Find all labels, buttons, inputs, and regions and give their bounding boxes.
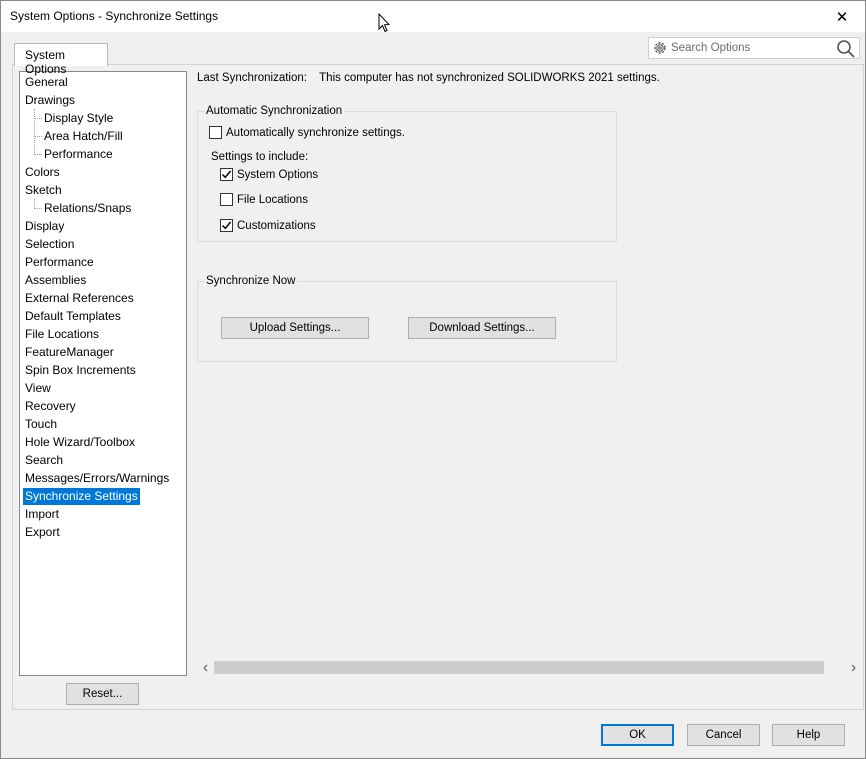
tree-item-default-templates[interactable]: Default Templates	[23, 308, 123, 325]
chevron-left-icon: ‹	[202, 658, 209, 676]
tree-item-external-references[interactable]: External References	[23, 290, 136, 307]
tree-connector	[34, 154, 42, 155]
cancel-button[interactable]: Cancel	[687, 724, 760, 746]
tree-connector	[34, 109, 35, 155]
file-locations-label: File Locations	[237, 193, 308, 206]
last-sync-row: Last Synchronization: This computer has …	[197, 72, 660, 84]
tree-item-recovery[interactable]: Recovery	[23, 398, 78, 415]
tree-item-spin-box-increments[interactable]: Spin Box Increments	[23, 362, 138, 379]
close-button[interactable]: ✕	[819, 1, 865, 32]
upload-settings-button[interactable]: Upload Settings...	[221, 317, 369, 339]
search-input[interactable]: Search Options	[648, 37, 860, 59]
tree-connector	[34, 208, 42, 209]
horizontal-scrollbar[interactable]: ‹ ›	[197, 659, 862, 676]
tree-item-featuremanager[interactable]: FeatureManager	[23, 344, 116, 361]
tree-item-sketch[interactable]: Sketch	[23, 182, 64, 199]
file-locations-checkbox[interactable]	[220, 193, 233, 206]
tree-connector	[34, 136, 42, 137]
sync-now-legend: Synchronize Now	[206, 275, 296, 287]
tree-item-display[interactable]: Display	[23, 218, 66, 235]
tree-item-view[interactable]: View	[23, 380, 53, 397]
auto-sync-checkbox-row[interactable]: Automatically synchronize settings.	[209, 126, 405, 139]
tree-item-file-locations[interactable]: File Locations	[23, 326, 101, 343]
auto-sync-label: Automatically synchronize settings.	[226, 126, 405, 139]
tree-item-drawings[interactable]: Drawings	[23, 92, 77, 109]
ok-button[interactable]: OK	[601, 724, 674, 746]
search-placeholder: Search Options	[671, 42, 751, 54]
download-settings-button[interactable]: Download Settings...	[408, 317, 556, 339]
system-options-checkbox[interactable]	[220, 168, 233, 181]
title-bar: System Options - Synchronize Settings ✕	[1, 1, 865, 33]
checkmark-icon	[221, 221, 232, 230]
scroll-left-button[interactable]: ‹	[197, 659, 214, 676]
tree-item-drawings-performance[interactable]: Performance	[42, 146, 115, 163]
tab-system-options[interactable]: System Options	[14, 43, 108, 76]
include-file-locations-row[interactable]: File Locations	[220, 193, 308, 206]
tree-item-relations-snaps[interactable]: Relations/Snaps	[42, 200, 133, 217]
customizations-label: Customizations	[237, 219, 316, 232]
tree-item-display-style[interactable]: Display Style	[42, 110, 115, 127]
chevron-right-icon: ›	[850, 658, 857, 676]
tree-item-performance[interactable]: Performance	[23, 254, 96, 271]
tree-item-selection[interactable]: Selection	[23, 236, 76, 253]
system-options-dialog: System Options - Synchronize Settings ✕ …	[0, 0, 866, 759]
help-button[interactable]: Help	[772, 724, 845, 746]
include-system-options-row[interactable]: System Options	[220, 168, 318, 181]
system-options-label: System Options	[237, 168, 319, 181]
tree-item-general[interactable]: General	[23, 74, 70, 91]
checkmark-icon	[221, 170, 232, 179]
window-title: System Options - Synchronize Settings	[10, 9, 219, 23]
search-icon[interactable]	[836, 39, 856, 59]
reset-button[interactable]: Reset...	[66, 683, 139, 705]
settings-include-label: Settings to include:	[211, 151, 309, 163]
tree-connector	[34, 118, 42, 119]
tree-item-assemblies[interactable]: Assemblies	[23, 272, 88, 289]
tree-item-export[interactable]: Export	[23, 524, 62, 541]
include-customizations-row[interactable]: Customizations	[220, 219, 316, 232]
scroll-right-button[interactable]: ›	[845, 659, 862, 676]
tree-item-search[interactable]: Search	[23, 452, 65, 469]
tree-item-import[interactable]: Import	[23, 506, 61, 523]
auto-sync-legend: Automatic Synchronization	[206, 105, 343, 117]
tree-item-hole-wizard-toolbox[interactable]: Hole Wizard/Toolbox	[23, 434, 137, 451]
last-sync-value: This computer has not synchronized SOLID…	[319, 72, 660, 84]
scrollbar-thumb[interactable]	[214, 661, 824, 674]
customizations-checkbox[interactable]	[220, 219, 233, 232]
tree-item-colors[interactable]: Colors	[23, 164, 62, 181]
mouse-cursor-icon	[378, 13, 390, 33]
tree-item-messages-errors-warnings[interactable]: Messages/Errors/Warnings	[23, 470, 171, 487]
auto-sync-checkbox[interactable]	[209, 126, 222, 139]
last-sync-label: Last Synchronization:	[197, 72, 307, 84]
close-icon: ✕	[835, 8, 849, 26]
gear-icon	[654, 42, 666, 54]
options-tree[interactable]: General Drawings Display Style Area Hatc…	[19, 71, 187, 676]
tree-item-synchronize-settings[interactable]: Synchronize Settings	[23, 488, 140, 505]
tree-item-area-hatch-fill[interactable]: Area Hatch/Fill	[42, 128, 125, 145]
tree-item-touch[interactable]: Touch	[23, 416, 59, 433]
